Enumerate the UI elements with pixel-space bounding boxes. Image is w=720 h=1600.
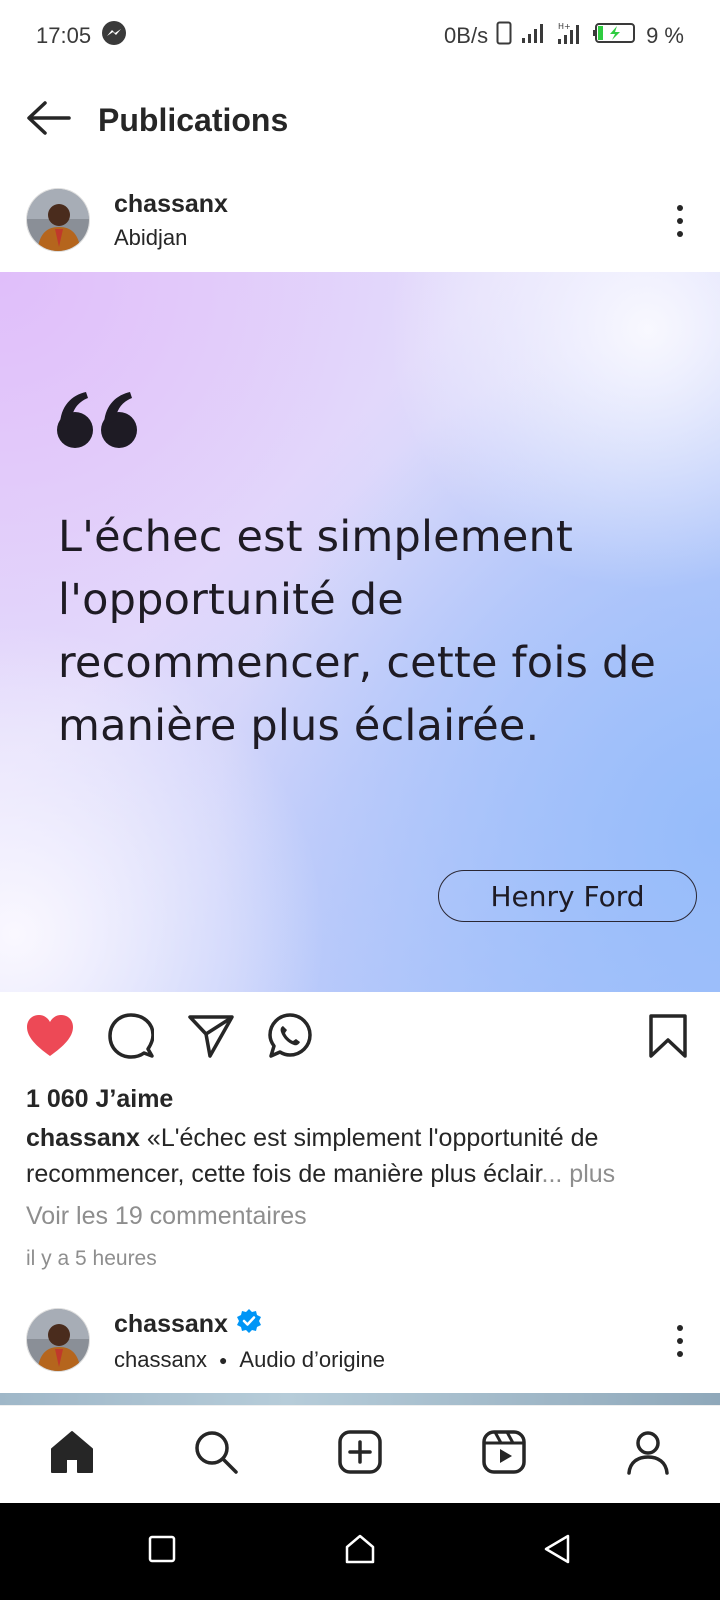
share-button[interactable] xyxy=(183,1010,239,1066)
battery-level: 9 % xyxy=(646,23,684,48)
reels-icon xyxy=(481,1429,527,1480)
status-time: 17:05 xyxy=(36,23,92,48)
next-post-audio[interactable]: Audio d’origine xyxy=(239,1347,385,1373)
heart-filled-icon xyxy=(26,1014,74,1063)
likes-count[interactable]: 1 060 J’aime xyxy=(26,1085,173,1114)
like-button[interactable] xyxy=(22,1010,78,1066)
whatsapp-button[interactable] xyxy=(262,1010,318,1066)
bottom-nav xyxy=(0,1405,720,1503)
verified-badge-icon xyxy=(236,1308,262,1341)
recent-apps-icon xyxy=(147,1534,177,1569)
more-dot xyxy=(677,1351,683,1357)
author-badge: Henry Ford xyxy=(438,870,697,922)
signal-h-icon: H+ xyxy=(556,21,584,51)
home-circle-icon xyxy=(344,1533,376,1570)
signal-icon xyxy=(520,22,548,50)
svg-text:H+: H+ xyxy=(558,22,571,31)
caption-ellipsis: ... xyxy=(541,1160,563,1188)
post-timestamp: il y a 5 heures xyxy=(26,1247,157,1270)
comment-icon xyxy=(108,1012,155,1064)
post-location[interactable]: Abidjan xyxy=(114,225,228,251)
back-button[interactable] xyxy=(0,84,96,156)
quote-text: L'échec est simplement l'opportunité de … xyxy=(58,512,657,751)
home-icon xyxy=(49,1429,95,1480)
system-home-button[interactable] xyxy=(336,1528,384,1576)
sim-icon xyxy=(496,21,512,51)
nav-home[interactable] xyxy=(36,1419,108,1491)
app-header: Publications xyxy=(0,84,720,156)
post-caption: chassanx «L'échec est simplement l'oppor… xyxy=(26,1120,706,1192)
avatar[interactable] xyxy=(26,188,90,252)
post-username[interactable]: chassanx xyxy=(114,190,228,219)
quote-mark-icon xyxy=(56,390,140,457)
caption-username[interactable]: chassanx xyxy=(26,1124,140,1152)
avatar[interactable] xyxy=(26,1308,90,1372)
page-title: Publications xyxy=(98,101,289,138)
comment-button[interactable] xyxy=(103,1010,159,1066)
create-icon xyxy=(337,1429,383,1480)
search-icon xyxy=(193,1429,239,1480)
next-post-username[interactable]: chassanx xyxy=(114,1310,228,1339)
post-header: chassanx Abidjan xyxy=(0,182,720,258)
post-options-button[interactable] xyxy=(662,196,698,246)
system-nav-bar xyxy=(0,1503,720,1600)
view-comments-link[interactable]: Voir les 19 commentaires xyxy=(26,1202,307,1231)
separator-dot: ● xyxy=(218,1351,228,1368)
more-dot xyxy=(677,1338,683,1344)
next-post-subuser[interactable]: chassanx xyxy=(114,1347,207,1373)
bookmark-icon xyxy=(648,1013,688,1064)
more-dot xyxy=(677,205,683,211)
nav-reels[interactable] xyxy=(468,1419,540,1491)
nav-create[interactable] xyxy=(324,1419,396,1491)
recent-apps-button[interactable] xyxy=(138,1528,186,1576)
more-dot xyxy=(677,1325,683,1331)
status-bar: 17:05 0B/s H+ 9 % xyxy=(0,0,720,72)
nav-search[interactable] xyxy=(180,1419,252,1491)
nav-profile[interactable] xyxy=(612,1419,684,1491)
share-icon xyxy=(188,1014,234,1063)
net-speed: 0B/s xyxy=(444,23,489,48)
more-dot xyxy=(677,231,683,237)
back-triangle-icon xyxy=(542,1533,574,1570)
caption-more-link[interactable]: plus xyxy=(562,1160,615,1188)
post-actions xyxy=(0,1010,720,1072)
whatsapp-icon xyxy=(267,1012,313,1064)
next-post-header: chassanx chassanx ● Audio d’origine xyxy=(0,1302,720,1378)
next-post-options-button[interactable] xyxy=(662,1316,698,1366)
post-image[interactable]: L'échec est simplement l'opportunité de … xyxy=(0,272,720,992)
more-dot xyxy=(677,218,683,224)
arrow-left-icon xyxy=(25,100,71,141)
system-back-button[interactable] xyxy=(534,1528,582,1576)
save-button[interactable] xyxy=(640,1010,696,1066)
battery-charging-icon xyxy=(592,21,638,51)
next-post-media-preview[interactable] xyxy=(0,1393,720,1405)
messenger-icon xyxy=(101,20,127,52)
profile-icon xyxy=(625,1429,671,1480)
